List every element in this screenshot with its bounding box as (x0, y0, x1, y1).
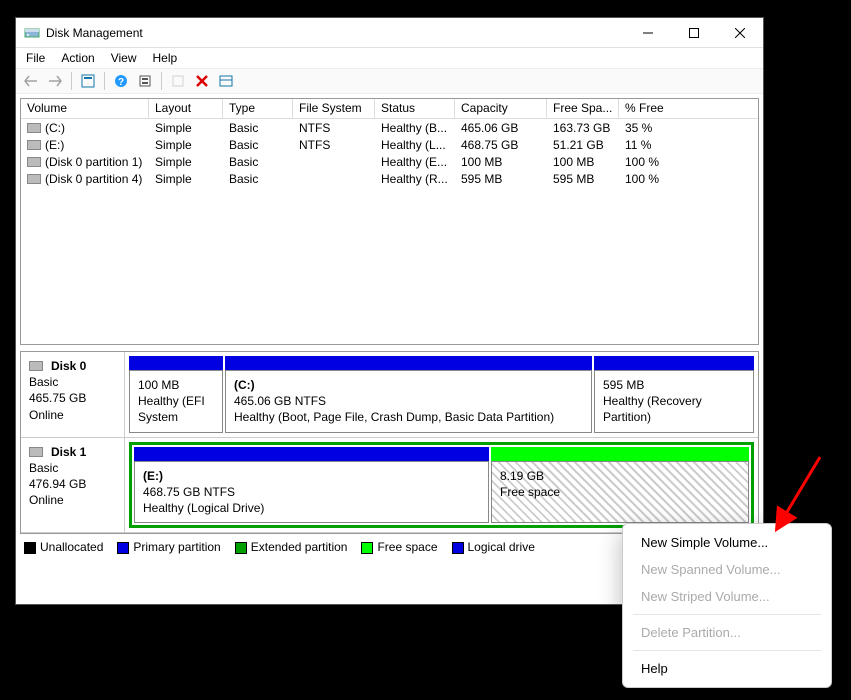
table-row[interactable]: (Disk 0 partition 4)SimpleBasicHealthy (… (21, 170, 758, 187)
disk0-partition-4[interactable]: 595 MB Healthy (Recovery Partition) (594, 356, 754, 433)
cm-help[interactable]: Help (623, 655, 831, 682)
minimize-button[interactable] (625, 18, 671, 47)
back-button (20, 70, 42, 92)
volumes-button[interactable] (215, 70, 237, 92)
col-volume[interactable]: Volume (21, 99, 149, 118)
disk1-info[interactable]: Disk 1 Basic 476.94 GB Online (21, 438, 125, 533)
menu-file[interactable]: File (18, 51, 53, 65)
cm-new-spanned-volume: New Spanned Volume... (623, 556, 831, 583)
col-capacity[interactable]: Capacity (455, 99, 547, 118)
disk1-extended-partition: (E:) 468.75 GB NTFS Healthy (Logical Dri… (129, 442, 754, 529)
settings-button[interactable] (134, 70, 156, 92)
menu-action[interactable]: Action (53, 51, 102, 65)
cm-new-striped-volume: New Striped Volume... (623, 583, 831, 610)
disk0-partition-c[interactable]: (C:) 465.06 GB NTFS Healthy (Boot, Page … (225, 356, 592, 433)
forward-button (44, 70, 66, 92)
properties-button (167, 70, 189, 92)
help-button[interactable]: ? (110, 70, 132, 92)
menu-help[interactable]: Help (145, 51, 186, 65)
volume-icon (27, 174, 41, 184)
close-button[interactable] (717, 18, 763, 47)
disk-row-1: Disk 1 Basic 476.94 GB Online (E:) 468.7… (21, 438, 758, 534)
window-title: Disk Management (46, 26, 625, 40)
table-row[interactable]: (E:)SimpleBasicNTFSHealthy (L...468.75 G… (21, 136, 758, 153)
disk1-logical-e[interactable]: (E:) 468.75 GB NTFS Healthy (Logical Dri… (134, 447, 489, 524)
hdd-icon (29, 447, 43, 457)
volume-icon (27, 140, 41, 150)
svg-text:?: ? (118, 77, 124, 88)
disk0-info[interactable]: Disk 0 Basic 465.75 GB Online (21, 352, 125, 437)
menu-view[interactable]: View (103, 51, 145, 65)
disk-row-0: Disk 0 Basic 465.75 GB Online 100 MB Hea… (21, 352, 758, 438)
table-row[interactable]: (C:)SimpleBasicNTFSHealthy (B...465.06 G… (21, 119, 758, 136)
titlebar: Disk Management (16, 18, 763, 48)
hdd-icon (29, 361, 43, 371)
col-pct[interactable]: % Free (619, 99, 758, 118)
col-filesystem[interactable]: File System (293, 99, 375, 118)
refresh-button[interactable] (77, 70, 99, 92)
menubar: File Action View Help (16, 48, 763, 68)
list-body: (C:)SimpleBasicNTFSHealthy (B...465.06 G… (21, 119, 758, 344)
volume-list: Volume Layout Type File System Status Ca… (20, 98, 759, 345)
delete-button[interactable] (191, 70, 213, 92)
cm-delete-partition: Delete Partition... (623, 619, 831, 646)
volume-icon (27, 157, 41, 167)
disk-management-icon (24, 25, 40, 41)
disk0-partition-1[interactable]: 100 MB Healthy (EFI System (129, 356, 223, 433)
list-header: Volume Layout Type File System Status Ca… (21, 99, 758, 119)
disk1-free-space[interactable]: 8.19 GB Free space (491, 447, 749, 524)
disk-management-window: Disk Management File Action View Help ? … (15, 17, 764, 605)
cm-new-simple-volume[interactable]: New Simple Volume... (623, 529, 831, 556)
volume-icon (27, 123, 41, 133)
context-menu: New Simple Volume... New Spanned Volume.… (622, 523, 832, 688)
toolbar: ? (16, 68, 763, 94)
col-free[interactable]: Free Spa... (547, 99, 619, 118)
col-type[interactable]: Type (223, 99, 293, 118)
col-status[interactable]: Status (375, 99, 455, 118)
table-row[interactable]: (Disk 0 partition 1)SimpleBasicHealthy (… (21, 153, 758, 170)
maximize-button[interactable] (671, 18, 717, 47)
col-layout[interactable]: Layout (149, 99, 223, 118)
disk-graphic-area: Disk 0 Basic 465.75 GB Online 100 MB Hea… (20, 351, 759, 534)
